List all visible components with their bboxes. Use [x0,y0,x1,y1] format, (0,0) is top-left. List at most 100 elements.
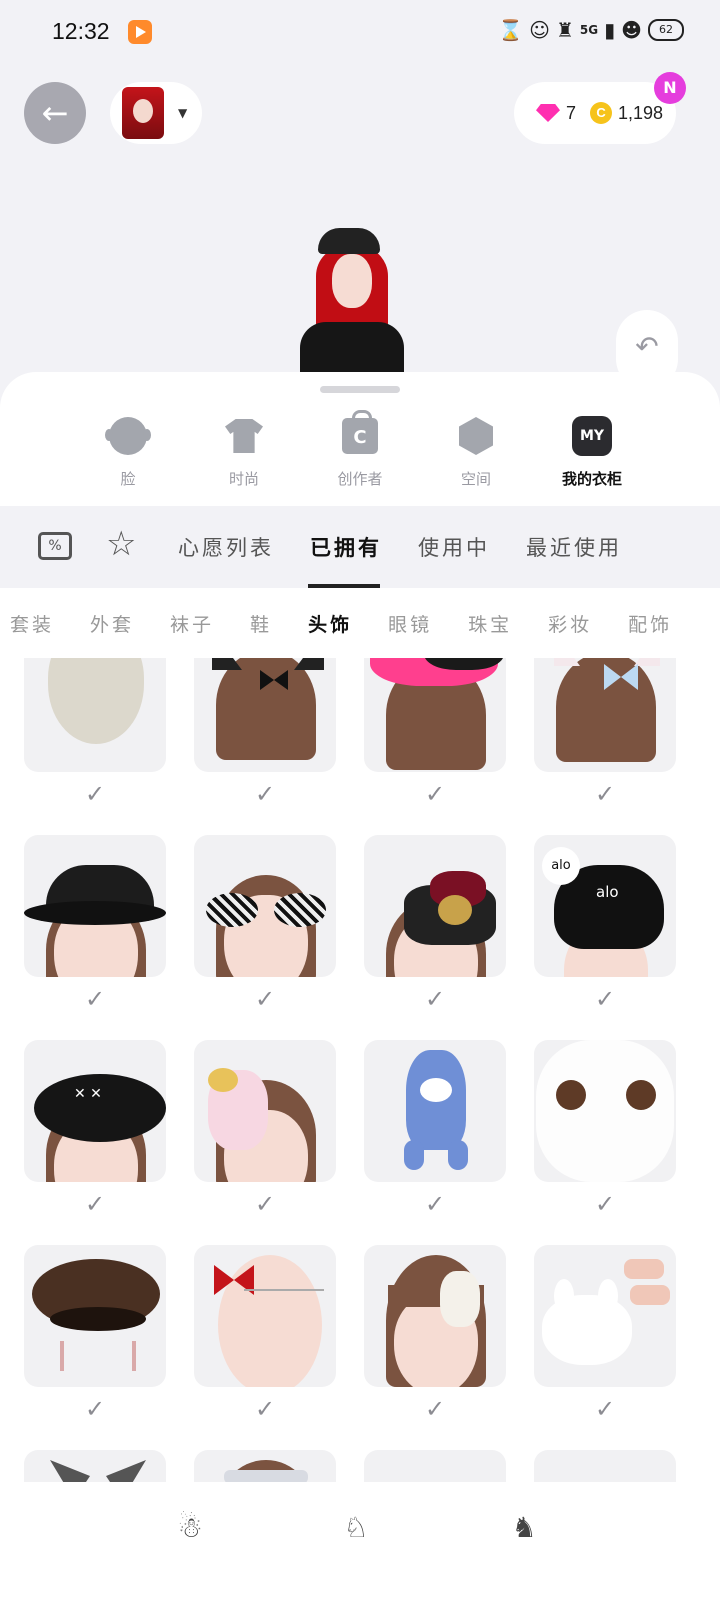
brand-text: alo [596,883,619,901]
item-cell[interactable] [194,1450,336,1482]
filter-coat[interactable]: 外套 [90,610,134,637]
tab-creator[interactable]: C 创作者 [302,410,418,489]
owned-check-icon: ✓ [84,780,106,808]
filter-headwear[interactable]: 头饰 [308,610,352,637]
item-filter-bar: 套装 外套 袜子 鞋 头饰 眼镜 珠宝 彩妆 配饰 [0,604,720,644]
flower-clip-item[interactable] [364,1245,506,1387]
black-wide-hat-item[interactable] [24,835,166,977]
item-cell[interactable]: ✓ [24,658,166,835]
back-arrow-icon: ← [41,94,69,132]
white-cat-ears-bow-item[interactable] [534,658,676,772]
tab-creator-label: 创作者 [337,470,383,488]
item-cell[interactable]: ✓ [364,1245,506,1450]
empty-slot-2[interactable] [534,1450,676,1482]
item-cell[interactable]: ✓ [194,1040,336,1245]
butterfly-chain-item[interactable] [194,1245,336,1387]
filter-jewelry[interactable]: 珠宝 [468,610,512,637]
avatar-switcher[interactable]: ▼ [110,82,202,144]
closet-subtabs-bar: % ☆ 心愿列表 已拥有 使用中 最近使用 [0,506,720,588]
sheet-drag-handle[interactable] [320,386,400,393]
subtab-owned[interactable]: 已拥有 [308,532,382,588]
currency-balance[interactable]: 7 C 1,198 [514,82,676,144]
filter-socks[interactable]: 袜子 [170,610,214,637]
item-cell[interactable]: ✕ ✕ ✓ [24,1040,166,1245]
tab-my-closet[interactable]: MY 我的衣柜 [534,416,650,489]
bunny-icon[interactable]: ♘ [336,1508,376,1548]
filter-accessories[interactable]: 配饰 [628,610,672,637]
item-cell[interactable]: ✓ [194,1245,336,1450]
owned-check-icon: ✓ [424,985,446,1013]
bunny-hat-item[interactable] [534,1245,676,1387]
category-tabs: 脸 时尚 C 创作者 空间 MY 我的衣柜 [70,410,650,489]
shirt-icon [225,419,263,453]
item-cell[interactable]: ✓ [534,1245,676,1450]
coin-count: 1,198 [618,102,664,123]
silver-tiara-item[interactable] [194,1450,336,1482]
empty-slot-1[interactable] [364,1450,506,1482]
owned-check-icon: ✓ [254,1395,276,1423]
subtab-wishlist[interactable]: 心愿列表 [178,532,274,588]
item-cell[interactable]: ✓ [364,1040,506,1245]
closet-subtabs: 心愿列表 已拥有 使用中 最近使用 [178,532,658,588]
shark-hood-item[interactable] [364,1040,506,1182]
filter-glasses[interactable]: 眼镜 [388,610,432,637]
status-bar: 12:32 ⌛ ☺ ♜ 5G ▮ ☻ 62 [0,0,720,64]
brown-beret-item[interactable] [24,1245,166,1387]
tab-fashion[interactable]: 时尚 [186,416,302,489]
zebra-sunglasses-item[interactable] [194,835,336,977]
owned-check-icon: ✓ [84,985,106,1013]
item-cell[interactable]: ✓ [364,658,506,835]
tab-face[interactable]: 脸 [70,416,186,489]
tab-space[interactable]: 空间 [418,416,534,489]
lace-mini-hat-item[interactable] [364,835,506,977]
item-cell[interactable]: ✓ [194,835,336,1040]
bunny-bow-icon[interactable]: ♞ [504,1508,544,1548]
item-grid-scroll[interactable]: ✓ ✓ ✓ ✓ ✓ ✓ ✓ alo alo ✓ ✕ ✕ ✓ ✓ ✓ ✓ ✓ ✓ … [0,658,720,1482]
star-icon[interactable]: ☆ [106,524,136,564]
avatar-headband [318,228,380,254]
sticker-2-icon: ☻ [621,18,642,42]
tower-icon: ♜ [555,18,574,42]
owned-check-icon: ✓ [254,1190,276,1218]
lolita-headdress-item[interactable] [194,1040,336,1182]
bunny-outfit-icon[interactable]: ☃ [170,1508,210,1548]
avatar-preview[interactable] [296,222,408,372]
white-face-item[interactable] [534,1040,676,1182]
owned-check-icon: ✓ [594,780,616,808]
tab-face-label: 脸 [120,470,136,488]
item-cell[interactable]: alo alo ✓ [534,835,676,1040]
alo-bucket-hat-item[interactable]: alo alo [534,835,676,977]
owned-check-icon: ✓ [424,780,446,808]
coin-icon: C [590,102,613,124]
item-cell[interactable]: ✓ [364,835,506,1040]
gem-count: 7 [566,102,577,123]
owned-check-icon: ✓ [84,1190,106,1218]
item-cell[interactable] [24,1450,166,1482]
coupon-icon[interactable]: % [38,532,72,560]
subtab-in-use[interactable]: 使用中 [418,532,490,588]
filter-makeup[interactable]: 彩妆 [548,610,592,637]
item-cell[interactable]: ✓ [534,658,676,835]
filter-outfit[interactable]: 套装 [10,610,54,637]
bow-beret-item[interactable]: ✕ ✕ [24,1040,166,1182]
item-cell[interactable]: ✓ [534,1040,676,1245]
cat-ears-bow-item[interactable] [194,658,336,772]
item-cell[interactable]: ✓ [24,1245,166,1450]
bat-wings-item[interactable] [24,1450,166,1482]
chevron-down-icon: ▼ [178,106,188,120]
owned-check-icon: ✓ [424,1395,446,1423]
subtab-recent[interactable]: 最近使用 [526,532,622,588]
face-icon [105,417,151,455]
back-button[interactable]: ← [24,82,86,144]
item-cell[interactable] [534,1450,676,1482]
item-cell[interactable] [364,1450,506,1482]
space-cube-icon [459,417,493,455]
sticker-icon: ☺ [529,18,550,42]
bare-face-item[interactable] [24,658,166,772]
owned-check-icon: ✓ [594,1395,616,1423]
item-cell[interactable]: ✓ [24,835,166,1040]
pink-beret-item[interactable] [364,658,506,772]
filter-shoes[interactable]: 鞋 [250,610,272,637]
notification-badge[interactable]: N [654,72,686,104]
item-cell[interactable]: ✓ [194,658,336,835]
